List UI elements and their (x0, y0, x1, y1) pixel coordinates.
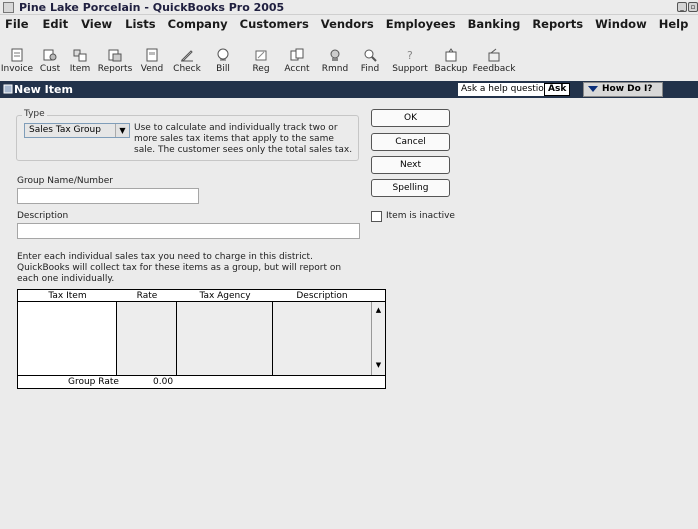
customer-icon (43, 49, 57, 61)
instructions-text: Enter each individual sales tax you need… (17, 252, 342, 284)
menu-lists[interactable]: Lists (125, 15, 155, 33)
group-rate-label: Group Rate (68, 377, 119, 387)
menu-bar: File Edit View Lists Company Customers V… (0, 15, 698, 33)
feedback-icon (488, 48, 500, 62)
type-dropdown-value: Sales Tax Group (29, 125, 101, 135)
type-description: Use to calculate and individually track … (134, 123, 353, 155)
tax-agency-column (177, 302, 273, 375)
toolbar-backup[interactable]: Backup (432, 33, 470, 79)
next-button[interactable]: Next (371, 156, 450, 174)
window-controls: _ ▫ (677, 2, 698, 12)
register-icon (255, 50, 267, 61)
chevron-down-icon[interactable]: ▼ (115, 124, 129, 137)
chevron-down-icon (588, 85, 598, 92)
check-icon (181, 50, 193, 62)
window-header-title: New Item (14, 83, 73, 96)
menu-view[interactable]: View (81, 15, 112, 33)
tax-items-table: Tax Item Rate Tax Agency Description ▲ ▼… (17, 289, 386, 389)
description-field[interactable] (17, 223, 360, 239)
support-icon: ? (407, 49, 413, 62)
vendor-icon (146, 48, 158, 62)
toolbar-rmnd[interactable]: Rmnd (319, 33, 351, 79)
find-icon (364, 49, 377, 62)
toolbar-item[interactable]: Item (67, 33, 93, 79)
icon-toolbar: Invoice Cust Item Reports Vend Check Bil… (0, 33, 698, 79)
new-item-form: Type Sales Tax Group ▼ Use to calculate … (0, 98, 698, 529)
title-bar: Pine Lake Porcelain - QuickBooks Pro 200… (0, 0, 698, 15)
toolbar-check[interactable]: Check (170, 33, 204, 79)
toolbar-reg[interactable]: Reg (246, 33, 276, 79)
invoice-icon (11, 48, 23, 62)
ok-button[interactable]: OK (371, 109, 450, 127)
group-rate-value: 0.00 (153, 377, 174, 387)
window-header: New Item Ask a help question Ask How Do … (0, 81, 698, 98)
ask-button[interactable]: Ask (544, 83, 571, 96)
toolbar-invoice[interactable]: Invoice (0, 33, 34, 79)
menu-help[interactable]: Help (659, 15, 689, 33)
bill-icon (217, 48, 229, 61)
item-inactive-checkbox[interactable] (371, 211, 382, 222)
type-dropdown[interactable]: Sales Tax Group ▼ (24, 123, 130, 138)
reminders-icon (330, 49, 340, 61)
reports-icon (108, 49, 122, 62)
accounts-icon (290, 48, 304, 61)
tax-item-column[interactable] (18, 302, 117, 375)
toolbar-bill[interactable]: Bill (208, 33, 238, 79)
column-header-rate: Rate (136, 291, 158, 301)
toolbar-feedback[interactable]: Feedback (472, 33, 516, 79)
menu-vendors[interactable]: Vendors (321, 15, 374, 33)
table-scrollbar[interactable]: ▲ ▼ (371, 302, 385, 375)
group-rate-row: Group Rate 0.00 (18, 375, 385, 388)
app-icon[interactable] (3, 2, 14, 13)
toolbar-find[interactable]: Find (356, 33, 384, 79)
toolbar-accnt[interactable]: Accnt (281, 33, 313, 79)
cancel-button[interactable]: Cancel (371, 133, 450, 151)
restore-icon[interactable]: ▫ (688, 2, 698, 12)
rate-column (117, 302, 177, 375)
toolbar-support[interactable]: ? Support (389, 33, 431, 79)
new-item-icon (3, 84, 13, 94)
toolbar-vend[interactable]: Vend (136, 33, 168, 79)
menu-company[interactable]: Company (168, 15, 228, 33)
description-label: Description (17, 211, 69, 221)
minimize-icon[interactable]: _ (677, 2, 687, 12)
scroll-up-icon[interactable]: ▲ (373, 305, 384, 316)
item-inactive-label: Item is inactive (386, 211, 455, 221)
menu-employees[interactable]: Employees (386, 15, 456, 33)
menu-banking[interactable]: Banking (468, 15, 521, 33)
menu-file[interactable]: File (5, 15, 29, 33)
menu-customers[interactable]: Customers (240, 15, 309, 33)
group-name-field[interactable] (17, 188, 199, 204)
window-title: Pine Lake Porcelain - QuickBooks Pro 200… (19, 1, 285, 14)
toolbar-reports[interactable]: Reports (94, 33, 136, 79)
svg-text:?: ? (407, 49, 413, 62)
menu-edit[interactable]: Edit (43, 15, 69, 33)
column-header-tax-agency: Tax Agency (199, 291, 251, 301)
item-icon (73, 49, 87, 62)
description-column (273, 302, 371, 375)
backup-icon (445, 48, 457, 62)
how-do-i-button[interactable]: How Do I? (583, 82, 663, 97)
help-question-input[interactable]: Ask a help question (458, 83, 553, 96)
group-name-label: Group Name/Number (17, 176, 113, 186)
spelling-button[interactable]: Spelling (371, 179, 450, 197)
menu-reports[interactable]: Reports (532, 15, 583, 33)
menu-window[interactable]: Window (595, 15, 647, 33)
table-header: Tax Item Rate Tax Agency Description (18, 290, 385, 302)
column-header-description: Description (296, 291, 348, 301)
toolbar-cust[interactable]: Cust (36, 33, 64, 79)
scroll-down-icon[interactable]: ▼ (373, 360, 384, 371)
column-header-tax-item: Tax Item (48, 291, 87, 301)
type-legend: Type (22, 109, 47, 119)
